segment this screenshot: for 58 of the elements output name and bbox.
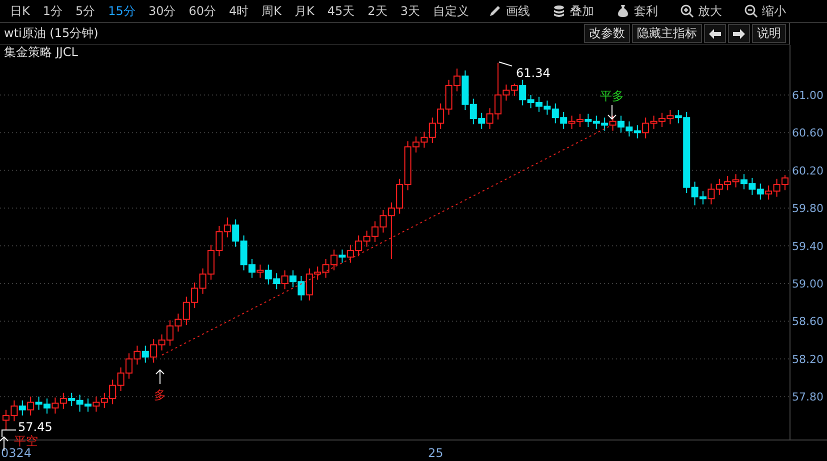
low-price-label: 57.45 bbox=[18, 420, 52, 434]
price-axis-label: 58.60 bbox=[792, 315, 824, 328]
candlestick bbox=[256, 264, 264, 278]
period-tab[interactable]: 15分 bbox=[103, 1, 140, 21]
zoom-out-icon bbox=[744, 4, 758, 18]
toolbar-button[interactable]: 放大 bbox=[674, 1, 727, 21]
period-tab[interactable]: 2天 bbox=[362, 1, 392, 21]
period-tab[interactable]: 自定义 bbox=[428, 1, 474, 21]
right-arrow-icon bbox=[733, 28, 745, 38]
zoom-in-icon bbox=[680, 4, 694, 18]
candlestick bbox=[18, 400, 26, 416]
signal-label: 平多 bbox=[600, 89, 624, 103]
up-arrow-icon bbox=[156, 369, 164, 384]
price-axis-label: 60.60 bbox=[792, 126, 824, 140]
stack-icon bbox=[552, 4, 566, 18]
price-axis-label: 58.20 bbox=[792, 352, 824, 366]
leader-line bbox=[2, 430, 16, 438]
candlestick bbox=[27, 396, 34, 416]
time-axis-label: 25 bbox=[428, 446, 444, 460]
price-axis-label: 59.00 bbox=[792, 278, 824, 290]
period-tab[interactable]: 3天 bbox=[395, 1, 425, 21]
high-price-label: 61.34 bbox=[516, 66, 550, 80]
header-button[interactable]: 隐藏主指标 bbox=[632, 24, 702, 43]
toolbar-button[interactable]: 套利 bbox=[610, 1, 663, 21]
toolbar-button[interactable]: 叠加 bbox=[546, 1, 599, 21]
period-tab[interactable]: 45天 bbox=[322, 1, 360, 21]
period-tab[interactable]: 周K bbox=[256, 1, 287, 21]
pencil-icon bbox=[488, 4, 502, 18]
price-axis-label: 61.00 bbox=[792, 88, 824, 102]
toolbar-button[interactable]: 缩小 bbox=[738, 1, 791, 21]
period-tab[interactable]: 4时 bbox=[224, 1, 254, 21]
price-axis-label: 59.40 bbox=[792, 240, 824, 253]
price-axis-label: 60.20 bbox=[792, 164, 824, 178]
period-tab[interactable]: 60分 bbox=[184, 1, 221, 21]
candlestick bbox=[142, 345, 149, 364]
period-tab[interactable]: 月K bbox=[290, 1, 320, 21]
signal-label: 平空 bbox=[14, 434, 38, 448]
period-tab[interactable]: 30分 bbox=[143, 1, 181, 21]
period-tab[interactable]: 5分 bbox=[70, 1, 100, 21]
leader-line bbox=[498, 62, 512, 66]
money-bag-icon bbox=[616, 4, 630, 18]
left-arrow-icon bbox=[709, 28, 721, 38]
candlestick bbox=[338, 249, 346, 264]
period-tab[interactable]: 日K bbox=[5, 1, 35, 21]
down-arrow-icon bbox=[608, 104, 616, 120]
strategy-label: 集金策略 JJCL bbox=[4, 45, 78, 59]
signal-label: 多 bbox=[154, 388, 166, 402]
candlestick bbox=[281, 270, 288, 290]
time-axis-label: 0324 bbox=[1, 446, 32, 460]
toolbar-button[interactable]: 画线 bbox=[482, 1, 535, 21]
next-button[interactable] bbox=[728, 24, 750, 43]
header-button[interactable]: 说明 bbox=[752, 24, 786, 43]
previous-button[interactable] bbox=[704, 24, 726, 43]
price-axis-label: 57.80 bbox=[792, 390, 824, 404]
header-button[interactable]: 改参数 bbox=[584, 24, 630, 43]
chart-title: wti原油 (15分钟) bbox=[4, 25, 100, 42]
price-axis-label: 59.80 bbox=[792, 202, 824, 216]
period-tab[interactable]: 1分 bbox=[38, 1, 68, 21]
